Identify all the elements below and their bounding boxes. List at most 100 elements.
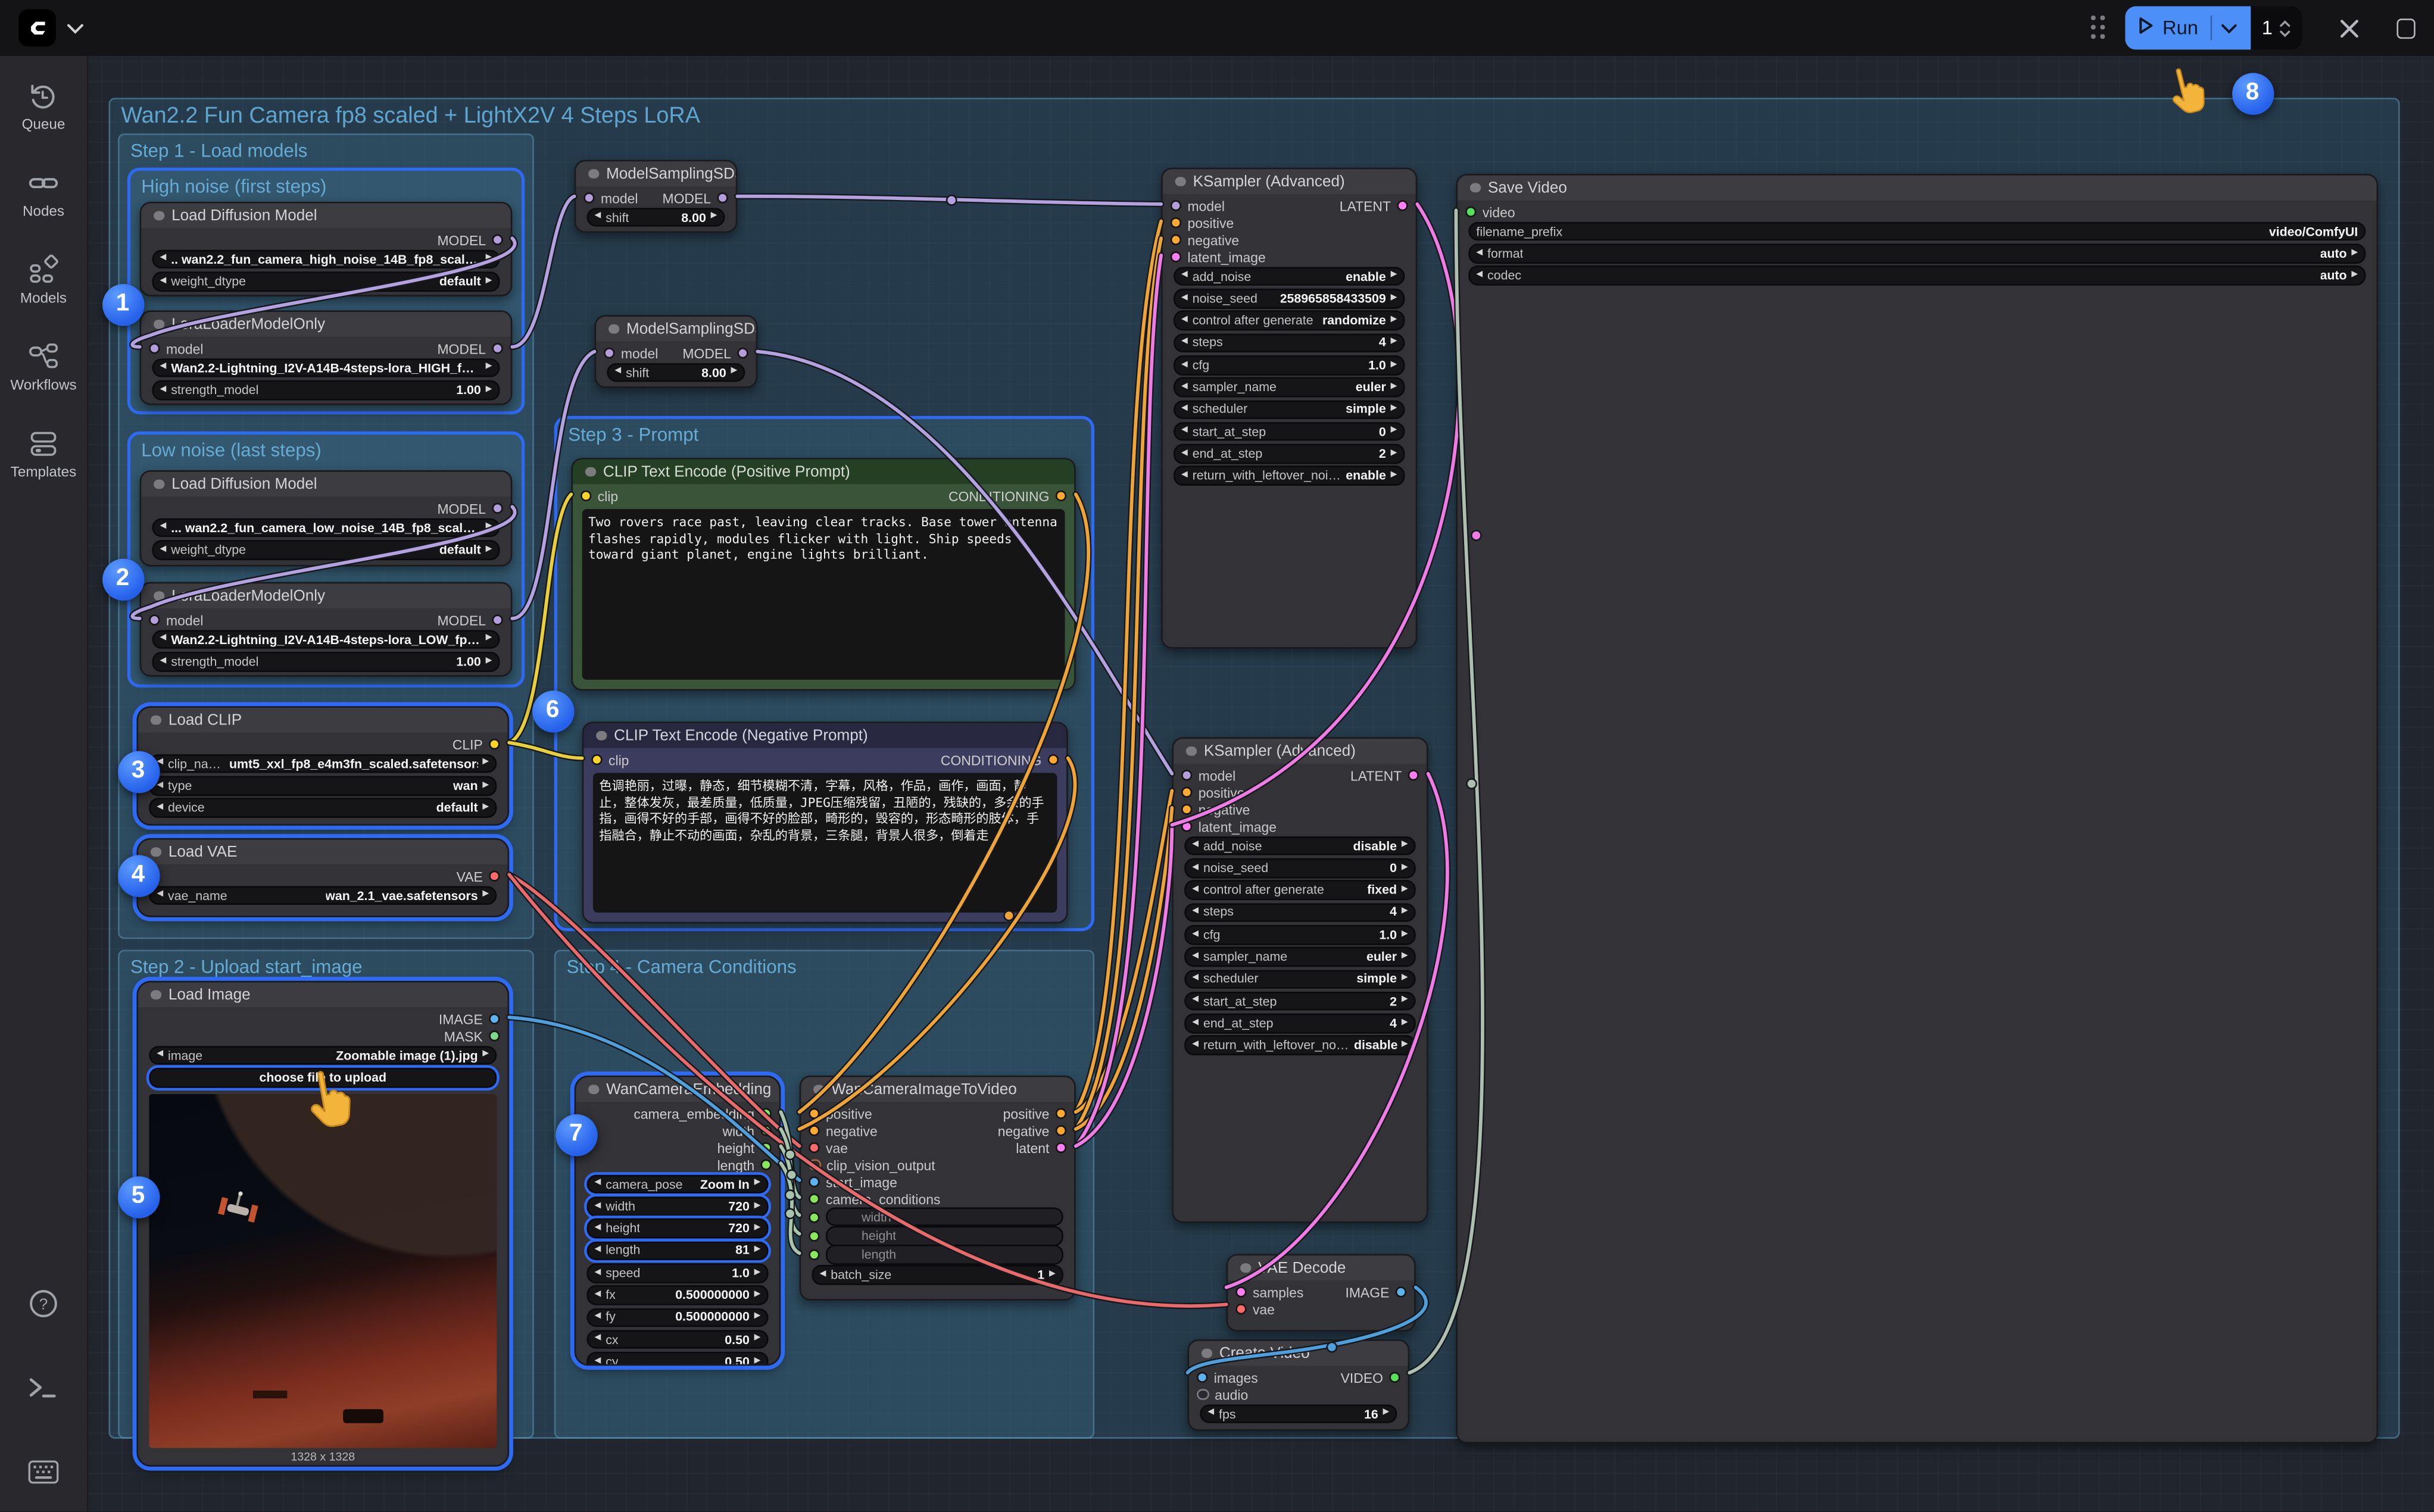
increment-arrow-icon[interactable]: ▶	[482, 760, 489, 768]
node-header[interactable]: Load Image	[138, 982, 507, 1007]
input-dot-clip_vision_output[interactable]	[809, 1159, 820, 1171]
output-dot-height[interactable]	[760, 1142, 771, 1153]
increment-arrow-icon[interactable]: ▶	[1402, 864, 1408, 872]
decrement-arrow-icon[interactable]: ◀	[1181, 339, 1188, 347]
widget-format[interactable]: ◀formatauto▶	[1468, 244, 2366, 264]
widget-type[interactable]: ◀typewan▶	[149, 776, 497, 796]
input-dot-start_image[interactable]	[809, 1176, 819, 1187]
increment-arrow-icon[interactable]: ▶	[754, 1291, 761, 1299]
increment-arrow-icon[interactable]: ▶	[1391, 449, 1397, 458]
node-ms1[interactable]: ModelSamplingSD3modelMODEL◀shift8.00▶	[575, 160, 738, 233]
node-header[interactable]: KSampler (Advanced)	[1174, 739, 1427, 764]
sidebar-item-queue[interactable]: Queue	[22, 81, 65, 132]
node-create_video[interactable]: Create VideoimagesVIDEOaudio◀fps16▶	[1187, 1339, 1409, 1431]
decrement-arrow-icon[interactable]: ◀	[1181, 427, 1188, 436]
sidebar-item-templates[interactable]: Templates	[11, 429, 76, 480]
decrement-arrow-icon[interactable]: ◀	[1192, 886, 1199, 895]
increment-arrow-icon[interactable]: ▶	[1402, 1041, 1408, 1049]
output-dot-LATENT[interactable]	[1408, 770, 1419, 780]
node-ldm_high[interactable]: Load Diffusion ModelMODEL◀.. wan2.2_fun_…	[140, 202, 513, 296]
widget-value[interactable]: ◀Wan2.2-Lightning_I2V-A14B-4steps-lora_L…	[152, 630, 500, 649]
batch-count-input[interactable]: 1	[2251, 6, 2302, 49]
node-save_video[interactable]: Save Videovideofilename_prefixvideo/Comf…	[1456, 174, 2378, 1444]
node-header[interactable]: Load Diffusion Model	[141, 472, 510, 497]
widget-fps[interactable]: ◀fps16▶	[1200, 1404, 1397, 1424]
increment-arrow-icon[interactable]: ▶	[1391, 383, 1397, 392]
increment-arrow-icon[interactable]: ▶	[754, 1357, 761, 1366]
widget-weight_dtype[interactable]: ◀weight_dtypedefault▶	[152, 541, 500, 560]
node-lora_high[interactable]: LoraLoaderModelOnlymodelMODEL◀Wan2.2-Lig…	[140, 310, 513, 405]
increment-arrow-icon[interactable]: ▶	[2351, 271, 2358, 280]
widget-add_noise[interactable]: ◀add_noisedisable▶	[1184, 836, 1415, 856]
widget-camera_pose[interactable]: ◀camera_poseZoom In▶	[586, 1174, 768, 1194]
output-dot-length[interactable]	[760, 1160, 771, 1170]
input-dot-model[interactable]	[1171, 200, 1181, 211]
decrement-arrow-icon[interactable]: ◀	[595, 213, 601, 221]
node-header[interactable]: ModelSamplingSD3	[596, 317, 756, 342]
node-header[interactable]: Create Video	[1189, 1341, 1408, 1366]
input-dot-vae[interactable]	[1235, 1304, 1246, 1314]
sidebar-item-nodes[interactable]: Nodes	[23, 168, 64, 219]
widget-codec[interactable]: ◀codecauto▶	[1468, 266, 2366, 286]
batch-steppers[interactable]	[2279, 20, 2291, 37]
widget-return_with_leftover_noise[interactable]: ◀return_with_leftover_noisedisable▶	[1184, 1036, 1415, 1055]
decrement-arrow-icon[interactable]: ◀	[157, 1051, 163, 1060]
increment-arrow-icon[interactable]: ▶	[1391, 427, 1397, 436]
input-dot-vae[interactable]	[809, 1142, 819, 1153]
widget-noise_seed[interactable]: ◀noise_seed0▶	[1184, 858, 1415, 878]
increment-arrow-icon[interactable]: ▶	[1391, 272, 1397, 280]
decrement-arrow-icon[interactable]: ◀	[614, 368, 621, 377]
increment-arrow-icon[interactable]: ▶	[1391, 295, 1397, 303]
run-options-chevron-icon[interactable]	[2221, 17, 2237, 39]
decrement-arrow-icon[interactable]: ◀	[1181, 405, 1188, 414]
increment-arrow-icon[interactable]: ▶	[1402, 842, 1408, 850]
decrement-arrow-icon[interactable]: ◀	[160, 524, 167, 532]
decrement-arrow-icon[interactable]: ◀	[595, 1224, 601, 1233]
increment-arrow-icon[interactable]: ▶	[486, 386, 492, 394]
widget-strength_model[interactable]: ◀strength_model1.00▶	[152, 652, 500, 671]
increment-arrow-icon[interactable]: ▶	[754, 1224, 761, 1233]
node-load_image[interactable]: Load ImageIMAGEMASK◀imageZoomable image …	[136, 981, 509, 1467]
input-dot-model[interactable]	[1181, 770, 1192, 780]
node-header[interactable]: LoraLoaderModelOnly	[141, 312, 510, 337]
node-pos_prompt[interactable]: CLIP Text Encode (Positive Prompt)clipCO…	[571, 458, 1075, 691]
keyboard-shortcuts-icon[interactable]	[28, 1455, 59, 1486]
input-dot-audio[interactable]	[1197, 1389, 1209, 1401]
decrement-arrow-icon[interactable]: ◀	[157, 760, 163, 768]
node-ldm_low[interactable]: Load Diffusion ModelMODEL◀... wan2.2_fun…	[140, 470, 513, 567]
input-dot-latent_image[interactable]	[1171, 251, 1181, 262]
output-dot-CONDITIONING[interactable]	[1056, 491, 1066, 501]
output-dot-CLIP[interactable]	[489, 739, 500, 749]
widget-shift[interactable]: ◀shift8.00▶	[586, 208, 725, 227]
node-wan_embed[interactable]: WanCameraEmbeddingcamera_embeddingwidthh…	[575, 1076, 781, 1366]
widget-cx[interactable]: ◀cx0.50▶	[586, 1330, 768, 1349]
decrement-arrow-icon[interactable]: ◀	[595, 1357, 601, 1366]
sidebar-item-workflows[interactable]: Workflows	[10, 342, 76, 393]
decrement-arrow-icon[interactable]: ◀	[1181, 361, 1188, 369]
widget-speed[interactable]: ◀speed1.0▶	[586, 1263, 768, 1283]
output-dot-MODEL[interactable]	[737, 348, 748, 358]
decrement-arrow-icon[interactable]: ◀	[160, 546, 167, 554]
graph-canvas[interactable]: Wan2.2 Fun Camera fp8 scaled + LightX2V …	[0, 0, 2434, 1511]
decrement-arrow-icon[interactable]: ◀	[595, 1335, 601, 1344]
input-dot-negative[interactable]	[1171, 235, 1181, 245]
increment-arrow-icon[interactable]: ▶	[486, 524, 492, 532]
comfyui-logo-icon[interactable]	[18, 10, 56, 47]
input-dot-width[interactable]	[809, 1211, 819, 1222]
decrement-arrow-icon[interactable]: ◀	[595, 1247, 601, 1255]
widget-strength_model[interactable]: ◀strength_model1.00▶	[152, 380, 500, 400]
increment-arrow-icon[interactable]: ▶	[754, 1247, 761, 1255]
decrement-arrow-icon[interactable]: ◀	[160, 364, 167, 372]
output-dot-MASK[interactable]	[489, 1030, 500, 1041]
increment-arrow-icon[interactable]: ▶	[482, 892, 489, 900]
increment-arrow-icon[interactable]: ▶	[1049, 1271, 1056, 1279]
widget-fx[interactable]: ◀fx0.500000000▶	[586, 1285, 768, 1305]
decrement-arrow-icon[interactable]: ◀	[595, 1269, 601, 1277]
input-dot-positive[interactable]	[1171, 217, 1181, 228]
widget-sampler_name[interactable]: ◀sampler_nameeuler▶	[1174, 377, 1405, 397]
input-dot-negative[interactable]	[1181, 804, 1192, 814]
widget-batch_size[interactable]: ◀batch_size1▶	[812, 1266, 1063, 1285]
node-header[interactable]: LoraLoaderModelOnly	[141, 583, 510, 608]
node-header[interactable]: WanCameraImageToVideo	[801, 1077, 1074, 1102]
decrement-arrow-icon[interactable]: ◀	[595, 1313, 601, 1322]
